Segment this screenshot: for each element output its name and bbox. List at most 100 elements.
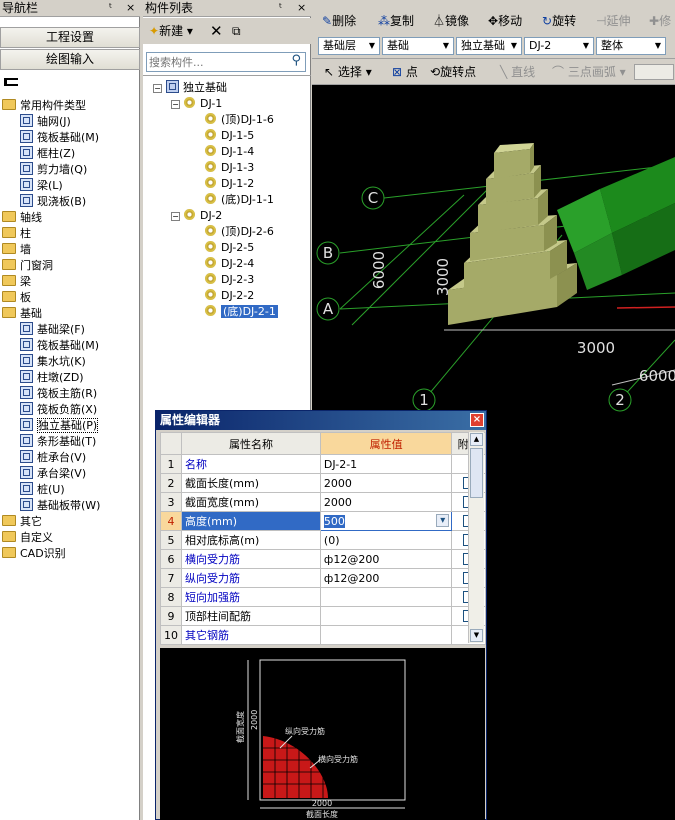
close-icon[interactable]: × [126, 0, 135, 16]
collapse-icon[interactable]: − [171, 100, 180, 109]
line-button[interactable]: ╲ 直线 [500, 63, 535, 81]
copy-button[interactable]: ⁂复制 [378, 12, 414, 30]
property-value[interactable]: 2000 [319, 473, 453, 493]
property-scrollbar[interactable]: ▲ ▼ [468, 432, 484, 643]
component-item[interactable]: (底)DJ-1-1 [205, 192, 274, 208]
delete-button[interactable]: ✎删除 [322, 12, 356, 30]
dialog-titlebar[interactable]: 属性编辑器 × [156, 411, 486, 430]
nav-item[interactable]: 桩承台(V) [20, 450, 86, 466]
component-item[interactable]: DJ-2-4 [205, 256, 254, 272]
scope-select[interactable]: 整体 ▼ [596, 37, 666, 55]
property-value[interactable] [319, 606, 453, 626]
component-item[interactable]: DJ-2-3 [205, 272, 254, 288]
property-value[interactable]: DJ-2-1 [319, 454, 453, 474]
property-row[interactable]: 8 短向加强筋 [160, 587, 486, 607]
nav-item[interactable]: 筏板主筋(R) [20, 386, 97, 402]
property-row[interactable]: 6 横向受力筋 ф12@200 [160, 549, 486, 569]
nav-item[interactable]: 独立基础(P) [20, 418, 99, 434]
component-item[interactable]: DJ-1-2 [205, 176, 254, 192]
component-item[interactable]: (底)DJ-2-1 [205, 304, 278, 320]
nav-folder[interactable]: 基础 [2, 306, 42, 322]
rotate-button[interactable]: ↻旋转 [542, 12, 576, 30]
scroll-down-icon[interactable]: ▼ [470, 629, 483, 642]
nav-item[interactable]: 筏板负筋(X) [20, 402, 97, 418]
category-select[interactable]: 基础 ▼ [382, 37, 454, 55]
rotate-point-button[interactable]: ⟲旋转点 [430, 63, 476, 81]
property-row[interactable]: 10 其它钢筋 [160, 625, 486, 645]
component-group[interactable]: − DJ-1 [171, 96, 222, 112]
nav-item[interactable]: 桩(U) [20, 482, 65, 498]
mirror-button[interactable]: ⏃镜像 [433, 12, 469, 30]
drawing-input-button[interactable]: 绘图输入 [0, 49, 140, 70]
collapse-icon[interactable]: − [171, 212, 180, 221]
point-button[interactable]: ⊠ 点 [392, 63, 418, 81]
layer-select[interactable]: 基础层 ▼ [318, 37, 380, 55]
component-item[interactable]: DJ-1-4 [205, 144, 254, 160]
chevron-down-icon[interactable]: ▾ [436, 514, 450, 527]
property-value[interactable]: 500 ▾ [319, 511, 453, 531]
nav-item[interactable]: 梁(L) [20, 178, 63, 194]
nav-item[interactable]: 承台梁(V) [20, 466, 86, 482]
component-item[interactable]: DJ-1-3 [205, 160, 254, 176]
nav-item[interactable]: 现浇板(B) [20, 194, 86, 210]
property-value[interactable]: 2000 [319, 492, 453, 512]
property-value[interactable] [319, 625, 453, 645]
nav-item[interactable]: 基础梁(F) [20, 322, 85, 338]
nav-item[interactable]: 基础板带(W) [20, 498, 100, 514]
column-header-name[interactable]: 属性名称 [181, 432, 321, 455]
close-button[interactable]: × [470, 413, 484, 427]
nav-item[interactable]: 框柱(Z) [20, 146, 75, 162]
property-value[interactable]: ф12@200 [319, 568, 453, 588]
close-icon[interactable]: × [297, 0, 306, 16]
property-row[interactable]: 4 高度(mm) 500 ▾ [160, 511, 486, 531]
component-item[interactable]: (顶)DJ-2-6 [205, 224, 274, 240]
copy-icon[interactable]: ⧉ [232, 22, 241, 40]
column-header-value[interactable]: 属性值 [319, 432, 453, 455]
delete-icon[interactable]: ✕ [210, 22, 223, 40]
nav-item[interactable]: 筏板基础(M) [20, 130, 99, 146]
nav-item[interactable]: 柱墩(ZD) [20, 370, 84, 386]
property-value[interactable] [319, 587, 453, 607]
property-value[interactable]: ф12@200 [319, 549, 453, 569]
property-row[interactable]: 1 名称 DJ-2-1 [160, 454, 486, 474]
arc-button[interactable]: ⌒ 三点画弧 ▾ [552, 63, 626, 81]
nav-item[interactable]: 条形基础(T) [20, 434, 96, 450]
pin-icon[interactable]: ᵗ [279, 0, 282, 16]
property-row[interactable]: 3 截面宽度(mm) 2000 [160, 492, 486, 512]
new-button[interactable]: ✦新建 ▾ [149, 22, 193, 40]
tree-root[interactable]: − 独立基础 [153, 80, 227, 96]
nav-folder[interactable]: CAD识别 [2, 546, 66, 562]
component-item[interactable]: DJ-2-2 [205, 288, 254, 304]
component-group[interactable]: − DJ-2 [171, 208, 222, 224]
component-select[interactable]: DJ-2 ▼ [524, 37, 594, 55]
component-item[interactable]: DJ-1-5 [205, 128, 254, 144]
component-item[interactable]: (顶)DJ-1-6 [205, 112, 274, 128]
property-row[interactable]: 2 截面长度(mm) 2000 [160, 473, 486, 493]
nav-folder[interactable]: 门窗洞 [2, 258, 53, 274]
nav-folder[interactable]: 自定义 [2, 530, 53, 546]
move-button[interactable]: ✥移动 [488, 12, 522, 30]
property-row[interactable]: 7 纵向受力筋 ф12@200 [160, 568, 486, 588]
nav-item[interactable]: 剪力墙(Q) [20, 162, 87, 178]
property-row[interactable]: 5 相对底标高(m) (0) [160, 530, 486, 550]
scroll-thumb[interactable] [470, 448, 483, 498]
property-value[interactable]: (0) [319, 530, 453, 550]
project-settings-button[interactable]: 工程设置 [0, 27, 140, 48]
nav-folder[interactable]: 梁 [2, 274, 31, 290]
nav-folder[interactable]: 柱 [2, 226, 31, 242]
extend-button[interactable]: ⊣延伸 [596, 12, 630, 30]
trim-button[interactable]: ✚修 [649, 12, 671, 30]
scroll-up-icon[interactable]: ▲ [470, 433, 483, 446]
component-item[interactable]: DJ-2-5 [205, 240, 254, 256]
search-icon[interactable]: ⚲ [291, 53, 301, 68]
coordinate-field[interactable] [634, 64, 674, 80]
nav-folder[interactable]: 其它 [2, 514, 42, 530]
nav-folder[interactable]: 墙 [2, 242, 31, 258]
type-select[interactable]: 独立基础 ▼ [456, 37, 522, 55]
nav-folder[interactable]: 轴线 [2, 210, 42, 226]
search-input[interactable] [149, 54, 279, 70]
nav-item[interactable]: 轴网(J) [20, 114, 71, 130]
collapse-all-icon[interactable] [4, 78, 18, 86]
nav-item[interactable]: 筏板基础(M) [20, 338, 99, 354]
nav-folder[interactable]: 板 [2, 290, 31, 306]
